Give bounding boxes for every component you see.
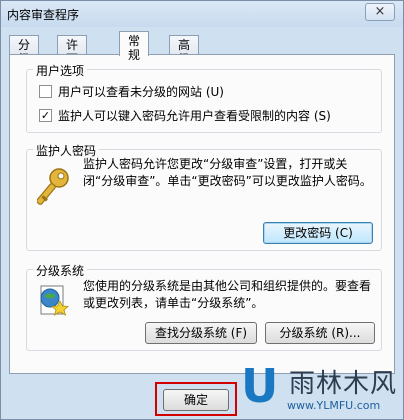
window-title: 内容审查程序 [7, 8, 80, 22]
ok-button[interactable]: 确定 [163, 389, 229, 411]
tab-general[interactable]: 常规 [119, 31, 150, 62]
supervisor-override-option[interactable]: ✓ 监护人可以键入密码允许用户查看受限制的内容 (S) [39, 106, 331, 124]
user-options-group: 用户选项 用户可以查看未分级的网站 (U) ✓ 监护人可以键入密码允许用户查看受… [26, 62, 382, 133]
supervisor-override-label: 监护人可以键入密码允许用户查看受限制的内容 (S) [58, 108, 331, 123]
supervisor-password-group: 监护人密码 监护人密码允许您更改“分级审查”设置，打开或关闭“分级审查”。单击“… [26, 142, 382, 251]
tab-panel-general: 用户选项 用户可以查看未分级的网站 (U) ✓ 监护人可以键入密码允许用户查看受… [9, 54, 395, 374]
close-button[interactable]: × [365, 3, 395, 21]
allow-unrated-label: 用户可以查看未分级的网站 (U) [58, 84, 224, 99]
supervisor-password-description: 监护人密码允许您更改“分级审查”设置，打开或关闭“分级审查”。单击“更改密码”可… [83, 157, 372, 188]
ok-button-highlight: 确定 [155, 382, 237, 416]
supervisor-override-checkbox[interactable]: ✓ [39, 108, 52, 122]
change-password-button[interactable]: 更改密码 (C) [263, 222, 373, 244]
tab-advanced[interactable]: 高级 [169, 35, 200, 66]
title-bar[interactable]: 内容审查程序 × [1, 1, 403, 27]
rating-systems-description: 您使用的分级系统是由其他公司和组织提供的。要查看或更改列表，请单击“分级系统”。 [83, 279, 372, 310]
rating-systems-group: 分级系统 您使用的分级系统是由其他公司和组织提供的。要查看或更改列表，请单击“分… [26, 262, 382, 351]
watermark-logo-icon: U [241, 359, 279, 413]
watermark: 雨林木风 www.YLMFU.com [279, 361, 399, 417]
watermark-name: 雨林木风 [289, 369, 398, 399]
rating-systems-button[interactable]: 分级系统 (R)... [265, 322, 375, 344]
tab-approved-sites[interactable]: 许可站点 [57, 35, 88, 94]
content-advisor-window: 内容审查程序 × 分级 许可站点 常规 高级 用户选项 用户可以查看未分级的网站… [0, 0, 404, 420]
rating-systems-title: 分级系统 [33, 262, 88, 279]
tab-ratings[interactable]: 分级 [9, 35, 40, 66]
key-icon [36, 166, 73, 210]
find-rating-system-button[interactable]: 查找分级系统 (F) [145, 322, 257, 344]
rating-certificate-icon [37, 284, 71, 318]
user-options-title: 用户选项 [33, 62, 88, 79]
watermark-url: www.YLMFU.com [287, 399, 381, 412]
allow-unrated-checkbox[interactable] [39, 84, 52, 98]
allow-unrated-option[interactable]: 用户可以查看未分级的网站 (U) [39, 82, 224, 100]
